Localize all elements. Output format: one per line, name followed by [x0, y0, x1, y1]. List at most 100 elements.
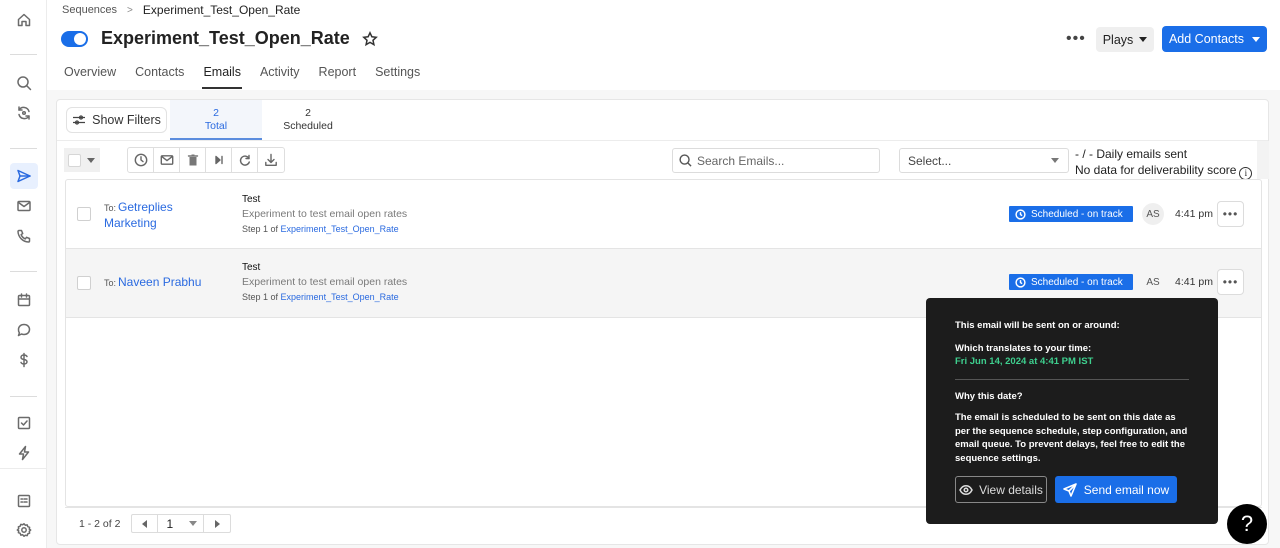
chevron-down-icon — [1252, 36, 1261, 42]
status-badge[interactable]: Scheduled - on track — [1009, 206, 1133, 222]
tab-settings[interactable]: Settings — [375, 60, 420, 89]
sidebar-item-sync[interactable] — [10, 100, 38, 126]
sidebar-item-meetings[interactable] — [10, 287, 38, 313]
email-info: Test Experiment to test email open rates… — [242, 260, 407, 305]
sidebar-item-tasks[interactable] — [10, 410, 38, 436]
stat-scheduled-label: Scheduled — [283, 120, 333, 132]
info-icon[interactable]: i — [1239, 166, 1253, 180]
trash-icon — [187, 154, 198, 166]
bulk-actions-toolbar — [127, 147, 285, 173]
show-filters-label: Show Filters — [92, 113, 161, 127]
breadcrumb-separator: > — [127, 4, 133, 16]
stat-tab-scheduled[interactable]: 2 Scheduled — [262, 100, 354, 140]
search-emails-field[interactable] — [672, 148, 880, 173]
schedule-info-tooltip: This email will be sent on or around: Wh… — [926, 298, 1218, 524]
sidebar-item-email[interactable] — [10, 193, 38, 219]
title-row: Experiment_Test_Open_Rate — [61, 28, 378, 49]
sidebar-divider — [10, 148, 37, 149]
page-select[interactable]: 1 — [158, 515, 205, 532]
search-icon — [17, 76, 32, 91]
select-all-checkbox[interactable] — [68, 153, 81, 167]
phone-icon — [17, 229, 31, 243]
sidebar-divider — [10, 396, 37, 397]
select-all-dropdown[interactable] — [64, 148, 100, 172]
email-filter-select[interactable]: Select... — [899, 148, 1069, 173]
sidebar-item-chat[interactable] — [10, 317, 38, 343]
tab-report[interactable]: Report — [319, 60, 357, 89]
breadcrumb-sequences-link[interactable]: Sequences — [62, 4, 117, 16]
sidebar-item-settings[interactable] — [10, 517, 38, 543]
pagination-range: 1 - 2 of 2 — [79, 517, 121, 530]
delete-button[interactable] — [180, 148, 206, 172]
send-email-now-button[interactable]: Send email now — [1055, 476, 1177, 503]
email-subject: Test — [242, 262, 261, 273]
stat-total-label: Total — [204, 120, 228, 132]
header-more-button[interactable]: ••• — [1066, 30, 1086, 48]
skip-step-button[interactable] — [206, 148, 232, 172]
breadcrumb: Sequences > Experiment_Test_Open_Rate — [62, 3, 300, 17]
eye-icon — [959, 484, 973, 495]
toolbar-divider — [57, 140, 1268, 141]
tab-contacts[interactable]: Contacts — [135, 60, 184, 89]
send-icon — [17, 169, 31, 183]
show-filters-button[interactable]: Show Filters — [66, 107, 167, 133]
star-icon — [361, 30, 378, 46]
search-emails-input[interactable] — [697, 153, 867, 168]
tooltip-actions: View details Send email now — [955, 476, 1177, 503]
sidebar-item-sequences[interactable] — [10, 163, 38, 189]
row-checkbox[interactable] — [77, 207, 91, 221]
scheduled-time: 4:41 pm — [1175, 208, 1213, 220]
reschedule-button[interactable] — [128, 148, 154, 172]
daily-emails-sent: - / - Daily emails sent — [1075, 147, 1188, 161]
row-more-button[interactable]: ••• — [1217, 201, 1244, 227]
send-icon — [1062, 482, 1077, 497]
sidebar-item-reports[interactable] — [10, 488, 38, 514]
retry-button[interactable] — [232, 148, 258, 172]
email-preview: Experiment to test email open rates — [242, 208, 408, 220]
sidebar-item-calls[interactable] — [10, 223, 38, 249]
sidebar-divider — [10, 271, 37, 272]
prev-page-button[interactable] — [132, 515, 159, 532]
sidebar-item-deals[interactable] — [10, 347, 38, 373]
chevron-down-icon — [189, 521, 198, 526]
sidebar-item-search[interactable] — [10, 70, 38, 96]
sequence-link[interactable]: Experiment_Test_Open_Rate — [281, 224, 399, 234]
sidebar-item-automation[interactable] — [10, 440, 38, 466]
next-page-button[interactable] — [204, 515, 230, 532]
table-row[interactable]: To: Getreplies Marketing Test Experiment … — [66, 180, 1261, 249]
help-button[interactable]: ? — [1227, 504, 1267, 544]
email-filter-select-value: Select... — [908, 153, 952, 168]
chat-icon — [17, 323, 31, 337]
row-more-button[interactable]: ••• — [1217, 269, 1244, 295]
tooltip-local-time: Fri Jun 14, 2024 at 4:41 PM IST — [955, 356, 1094, 367]
plays-dropdown-button[interactable]: Plays — [1096, 27, 1154, 52]
sequence-active-toggle[interactable] — [61, 30, 88, 47]
tab-emails[interactable]: Emails — [202, 60, 242, 89]
tab-overview[interactable]: Overview — [64, 60, 116, 89]
stat-tab-total[interactable]: 2 Total — [170, 100, 262, 140]
status-badge[interactable]: Scheduled - on track — [1009, 274, 1133, 290]
sidebar-item-home[interactable] — [10, 7, 38, 33]
download-button[interactable] — [258, 148, 284, 172]
favorite-star-button[interactable] — [361, 30, 378, 47]
sequence-link[interactable]: Experiment_Test_Open_Rate — [281, 292, 399, 302]
email-step: Step 1 of Experiment_Test_Open_Rate — [242, 222, 407, 237]
email-action-button[interactable] — [154, 148, 180, 172]
download-icon — [265, 153, 277, 166]
tooltip-divider — [955, 379, 1189, 380]
lightning-icon — [18, 445, 30, 461]
view-details-button[interactable]: View details — [955, 476, 1047, 503]
add-contacts-button[interactable]: Add Contacts — [1162, 26, 1267, 52]
to-label: To: — [104, 203, 117, 213]
search-icon — [679, 154, 692, 167]
calendar-icon — [17, 293, 31, 307]
recipient-link[interactable]: Naveen Prabhu — [118, 275, 201, 289]
tab-activity[interactable]: Activity — [260, 60, 300, 89]
deliverability-score-text: No data for deliverability score — [1075, 163, 1237, 177]
row-checkbox[interactable] — [77, 276, 91, 290]
checkbox-icon — [17, 416, 31, 430]
step-prefix: Step 1 of — [242, 224, 279, 234]
to-label: To: — [104, 278, 117, 288]
page-title: Experiment_Test_Open_Rate — [101, 28, 350, 48]
recipient: To: Getreplies Marketing — [104, 200, 224, 231]
